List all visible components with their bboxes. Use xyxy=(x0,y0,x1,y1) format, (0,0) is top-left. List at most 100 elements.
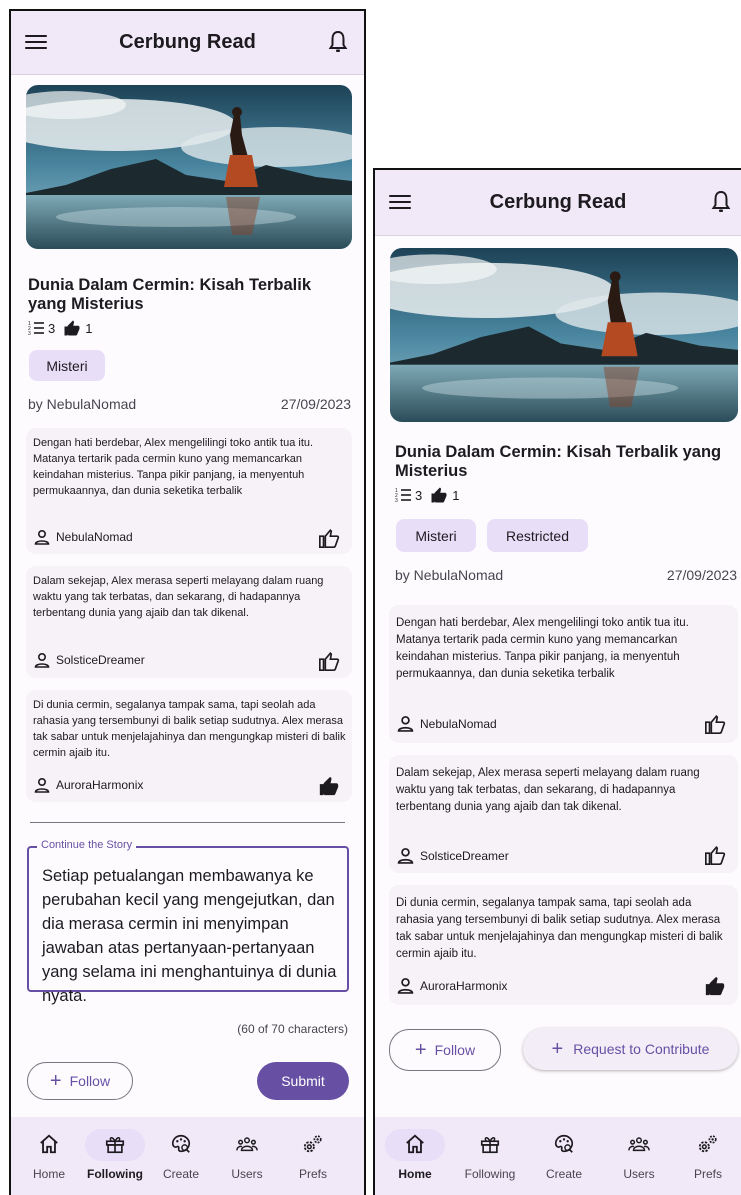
paragraph-text: Dengan hati berdebar, Alex mengelilingi … xyxy=(33,437,314,497)
author-name: NebulaNomad xyxy=(56,530,133,544)
divider xyxy=(30,822,345,823)
nav-following[interactable]: Following xyxy=(85,1127,145,1189)
nav-following[interactable]: Following xyxy=(460,1127,520,1189)
paragraph-text: Dalam sekejap, Alex merasa seperti melay… xyxy=(396,767,700,813)
story-scroll-area[interactable]: Dunia Dalam Cermin: Kisah Terbalik yang … xyxy=(11,75,364,1117)
thumb-up-filled-icon[interactable] xyxy=(318,775,340,797)
request-to-contribute-button[interactable]: + Request to Contribute xyxy=(523,1028,738,1070)
app-title: Cerbung Read xyxy=(119,31,256,53)
paragraph-card: Dengan hati berdebar, Alex mengelilingi … xyxy=(389,605,738,743)
home-icon xyxy=(406,1134,424,1154)
menu-icon[interactable] xyxy=(25,31,47,55)
thumb-up-filled-icon xyxy=(431,487,447,503)
bell-icon[interactable] xyxy=(326,28,350,56)
paragraph-card: Di dunia cermin, segalanya tampak sama, … xyxy=(389,885,738,1005)
paragraph-author: NebulaNomad xyxy=(34,529,133,545)
settings-icon xyxy=(698,1135,717,1153)
person-icon xyxy=(34,529,50,545)
submit-button[interactable]: Submit xyxy=(257,1062,349,1100)
author-name: AuroraHarmonix xyxy=(420,978,508,993)
follow-button-label: Follow xyxy=(69,1073,111,1089)
person-icon xyxy=(397,716,414,732)
nav-create[interactable]: Create xyxy=(151,1127,211,1189)
story-title: Dunia Dalam Cermin: Kisah Terbalik yang … xyxy=(28,276,312,313)
like-count: 1 xyxy=(452,487,460,503)
character-counter: (60 of 70 characters) xyxy=(237,1022,348,1036)
create-palette-icon xyxy=(554,1134,574,1153)
plus-icon: + xyxy=(49,1070,62,1092)
top-app-bar: Cerbung Read xyxy=(11,11,364,75)
nav-label: Prefs xyxy=(693,1167,722,1181)
nav-prefs[interactable]: Prefs xyxy=(678,1127,738,1189)
follow-button[interactable]: + Follow xyxy=(27,1062,133,1100)
genre-chip-misteri[interactable]: Misteri xyxy=(396,519,476,552)
nav-label: Prefs xyxy=(298,1167,327,1181)
nav-users[interactable]: Users xyxy=(609,1127,669,1189)
create-palette-icon xyxy=(171,1134,191,1153)
story-date: 27/09/2023 xyxy=(280,396,351,412)
thumb-up-outline-icon[interactable] xyxy=(704,844,726,866)
users-icon xyxy=(628,1137,650,1152)
continue-story-label: Continue the Story xyxy=(37,839,137,851)
phone-screen-1: Cerbung Read Dunia Dalam Cermin: Kisah T… xyxy=(9,9,366,1195)
story-scroll-area[interactable]: Dunia Dalam Cermin: Kisah Terbalik yang … xyxy=(375,236,741,1117)
paragraph-count: 3 xyxy=(48,320,56,336)
paragraph-text: Di dunia cermin, segalanya tampak sama, … xyxy=(396,897,723,960)
thumb-up-outline-icon[interactable] xyxy=(704,713,726,735)
chip-restricted[interactable]: Restricted xyxy=(487,519,588,552)
person-icon xyxy=(34,777,50,793)
paragraph-card: Dalam sekejap, Alex merasa seperti melay… xyxy=(389,755,738,873)
story-meta: by NebulaNomad 27/09/2023 xyxy=(395,567,737,583)
paragraph-author: AuroraHarmonix xyxy=(34,777,143,793)
person-icon xyxy=(397,848,414,864)
paragraph-card: Dalam sekejap, Alex merasa seperti melay… xyxy=(26,566,352,678)
continue-story-field[interactable]: Continue the Story Setiap petualangan me… xyxy=(27,839,349,1005)
follow-button[interactable]: + Follow xyxy=(389,1029,501,1071)
request-button-label: Request to Contribute xyxy=(573,1041,710,1057)
author-name: SolsticeDreamer xyxy=(420,848,509,863)
nav-home[interactable]: Home xyxy=(19,1127,79,1189)
nav-prefs[interactable]: Prefs xyxy=(283,1127,343,1189)
paragraph-author: SolsticeDreamer xyxy=(34,652,145,668)
paragraph-author: SolsticeDreamer xyxy=(397,847,509,864)
author-name: NebulaNomad xyxy=(420,716,497,731)
paragraph-author: AuroraHarmonix xyxy=(397,977,507,994)
paragraph-text: Di dunia cermin, segalanya tampak sama, … xyxy=(33,699,346,759)
bottom-navigation: Home Following Create Users Prefs xyxy=(375,1117,741,1195)
gift-icon xyxy=(480,1137,500,1154)
paragraph-text: Dengan hati berdebar, Alex mengelilingi … xyxy=(396,617,689,680)
paragraph-text: Dalam sekejap, Alex merasa seperti melay… xyxy=(33,575,324,619)
nav-home[interactable]: Home xyxy=(385,1127,445,1189)
author-name: AuroraHarmonix xyxy=(56,778,144,792)
author-line: by NebulaNomad xyxy=(28,396,137,412)
person-icon xyxy=(397,978,414,994)
story-meta: by NebulaNomad 27/09/2023 xyxy=(28,396,351,412)
story-date: 27/09/2023 xyxy=(666,567,737,583)
nav-users[interactable]: Users xyxy=(217,1127,277,1189)
svg-text:3: 3 xyxy=(28,331,31,336)
story-stats: 123 3 1 xyxy=(28,319,100,337)
like-count: 1 xyxy=(85,320,93,336)
svg-text:3: 3 xyxy=(395,498,398,503)
author-line: by NebulaNomad xyxy=(395,567,504,583)
thumb-up-filled-icon[interactable] xyxy=(704,975,726,997)
users-icon xyxy=(236,1137,258,1152)
genre-chip-misteri[interactable]: Misteri xyxy=(29,350,105,381)
thumb-up-outline-icon[interactable] xyxy=(318,527,340,549)
nav-create[interactable]: Create xyxy=(534,1127,594,1189)
menu-icon[interactable] xyxy=(389,191,411,215)
story-cover-image xyxy=(390,248,738,422)
list-numbered-icon: 123 xyxy=(395,488,411,503)
author-name: SolsticeDreamer xyxy=(56,653,145,667)
thumb-up-outline-icon[interactable] xyxy=(318,650,340,672)
settings-icon xyxy=(303,1135,322,1153)
story-stats: 123 3 1 xyxy=(395,486,467,504)
nav-label: Create xyxy=(545,1167,583,1181)
follow-button-label: Follow xyxy=(434,1042,476,1058)
bottom-navigation: Home Following Create Users Prefs xyxy=(11,1117,364,1195)
story-cover-image xyxy=(26,85,352,249)
continue-story-value[interactable]: Setiap petualangan membawanya ke perubah… xyxy=(42,864,337,1008)
bell-icon[interactable] xyxy=(709,188,733,216)
nav-label: Home xyxy=(398,1167,432,1181)
app-title: Cerbung Read xyxy=(489,191,627,213)
